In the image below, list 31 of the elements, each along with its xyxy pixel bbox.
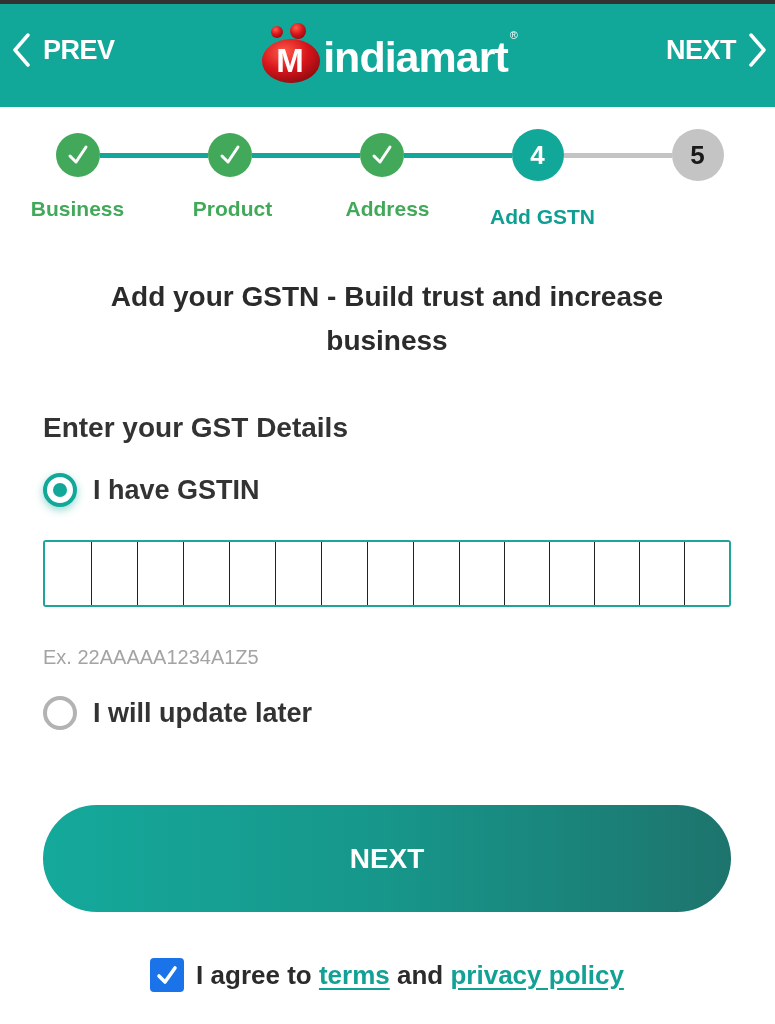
chevron-right-icon [748, 33, 767, 67]
option-label: I have GSTIN [93, 474, 260, 507]
brand-name: indiamart [323, 34, 508, 80]
radio-button[interactable] [43, 696, 77, 730]
step-label: Business [30, 197, 125, 221]
policy-link[interactable]: privacy policy [450, 960, 624, 990]
registered-mark: ® [509, 30, 518, 41]
agreement-text: I agree to terms and privacy policy [196, 959, 624, 992]
check-icon [66, 144, 89, 166]
checkbox[interactable] [150, 958, 185, 992]
step-label: Add GSTN [490, 205, 595, 229]
chevron-left-icon [12, 33, 31, 67]
section-title: Enter your GST Details [43, 411, 348, 445]
prev-button[interactable]: PREV [12, 33, 115, 67]
logo-drawing [261, 22, 322, 84]
option-label: I will update later [93, 697, 313, 730]
format-hint: Ex. 22AAAAA1234A1Z5 [43, 645, 259, 669]
page-heading: Add your GSTN - Build trust and increase business [109, 280, 665, 358]
step-label: Product [192, 197, 273, 221]
character-input-field[interactable] [684, 542, 729, 605]
next-submit-button[interactable]: NEXT [43, 805, 731, 912]
step-number-circle: 4 [511, 129, 564, 181]
checkmark-icon [155, 963, 180, 987]
check-icon [370, 144, 393, 166]
radio-button[interactable] [43, 473, 77, 507]
logo-letter: M [276, 44, 304, 77]
next-button[interactable]: NEXT [666, 33, 767, 67]
check-icon [218, 144, 241, 166]
step-label: Address [345, 197, 430, 221]
policy-link[interactable]: terms [318, 960, 390, 990]
step-number-circle: 5 [671, 129, 724, 181]
